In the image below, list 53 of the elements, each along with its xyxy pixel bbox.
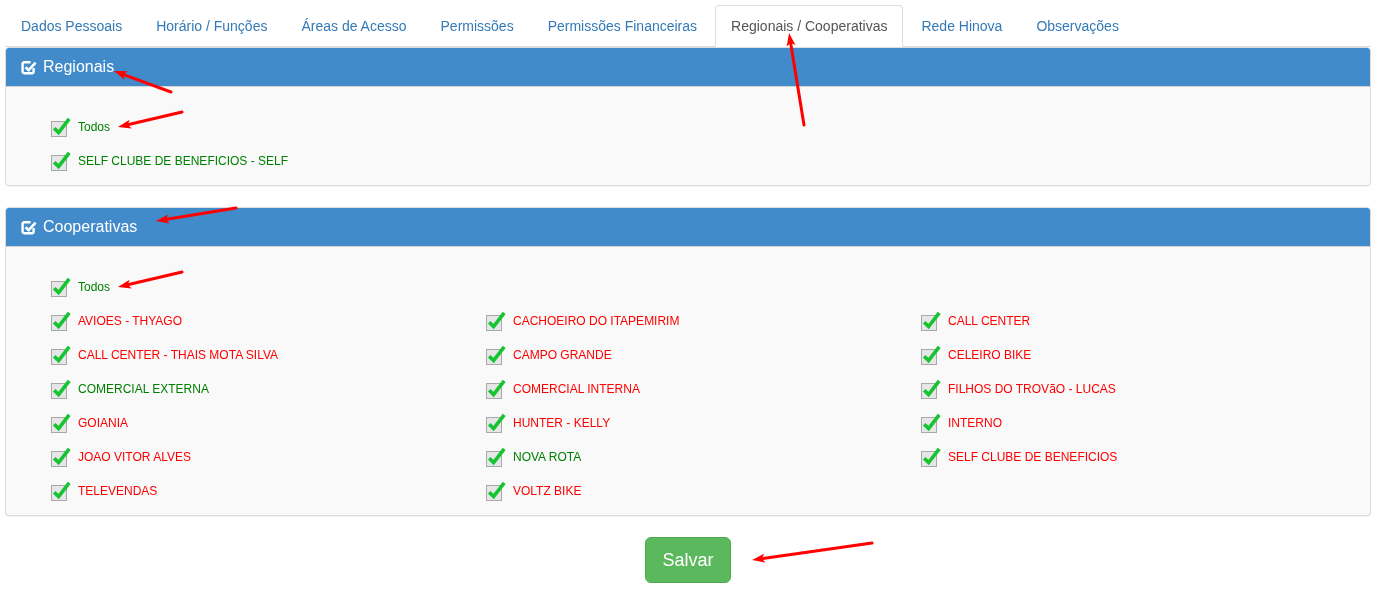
tab[interactable]: Permissões Financeiras	[531, 5, 714, 47]
checkbox-label: INTERNO	[948, 415, 1002, 431]
checkbox[interactable]	[486, 481, 506, 501]
checkbox[interactable]	[51, 277, 71, 297]
checkbox-label: Todos	[78, 119, 111, 135]
panel-title: Regionais	[43, 58, 115, 76]
checkbox-label: CAMPO GRANDE	[513, 347, 612, 363]
checkbox-label: CALL CENTER	[948, 313, 1031, 329]
checkbox-label: AVIOES - THYAGO	[78, 313, 183, 329]
checkbox[interactable]	[921, 413, 941, 433]
checkbox[interactable]	[51, 379, 71, 399]
tab[interactable]: Horário / Funções	[140, 5, 284, 47]
tab[interactable]: Dados Pessoais	[5, 5, 139, 47]
tab[interactable]: Rede Hinova	[905, 5, 1019, 47]
checkbox[interactable]	[51, 311, 71, 331]
checkbox-label: TELEVENDAS	[78, 483, 158, 499]
tab[interactable]: Observações	[1020, 5, 1135, 47]
tab[interactable]: Áreas de Acesso	[285, 5, 423, 47]
checkbox-label: GOIANIA	[78, 415, 128, 431]
checkbox[interactable]	[51, 345, 71, 365]
checkbox[interactable]	[921, 311, 941, 331]
checkbox[interactable]	[486, 413, 506, 433]
checkbox-label: COMERCIAL INTERNA	[513, 381, 640, 397]
checkbox[interactable]	[51, 413, 71, 433]
checkbox[interactable]	[51, 117, 71, 137]
checkbox[interactable]	[486, 447, 506, 467]
checkbox-label: NOVA ROTA	[513, 449, 582, 465]
checkbox-label: VOLTZ BIKE	[513, 483, 582, 499]
tab[interactable]: Permissões	[424, 5, 530, 47]
checkbox-label: CACHOEIRO DO ITAPEMIRIM	[513, 313, 680, 329]
checkbox-label: FILHOS DO TROVãO - LUCAS	[948, 381, 1116, 397]
checkbox[interactable]	[486, 311, 506, 331]
checkbox-label: JOAO VITOR ALVES	[78, 449, 191, 465]
checkbox-label: CELEIRO BIKE	[948, 347, 1032, 363]
checkbox[interactable]	[921, 447, 941, 467]
checkbox[interactable]	[51, 481, 71, 501]
checkbox[interactable]	[51, 151, 71, 171]
checkbox[interactable]	[921, 379, 941, 399]
checkbox[interactable]	[486, 345, 506, 365]
checkbox[interactable]	[51, 447, 71, 467]
panel-title: Cooperativas	[43, 218, 138, 236]
check-square-icon	[21, 59, 37, 75]
save-button[interactable]: Salvar	[645, 537, 731, 583]
checkbox-label: CALL CENTER - THAIS MOTA SILVA	[78, 347, 279, 363]
tab[interactable]: Regionais / Cooperativas	[715, 5, 904, 47]
checkbox-label: Todos	[78, 279, 111, 295]
checkbox[interactable]	[921, 345, 941, 365]
checkbox-label: SELF CLUBE DE BENEFICIOS	[948, 449, 1118, 465]
checkbox-label: COMERCIAL EXTERNA	[78, 381, 209, 397]
check-square-icon	[21, 219, 37, 235]
checkbox-label: HUNTER - KELLY	[513, 415, 611, 431]
checkbox[interactable]	[486, 379, 506, 399]
checkbox-label: SELF CLUBE DE BENEFICIOS - SELF	[78, 153, 289, 169]
